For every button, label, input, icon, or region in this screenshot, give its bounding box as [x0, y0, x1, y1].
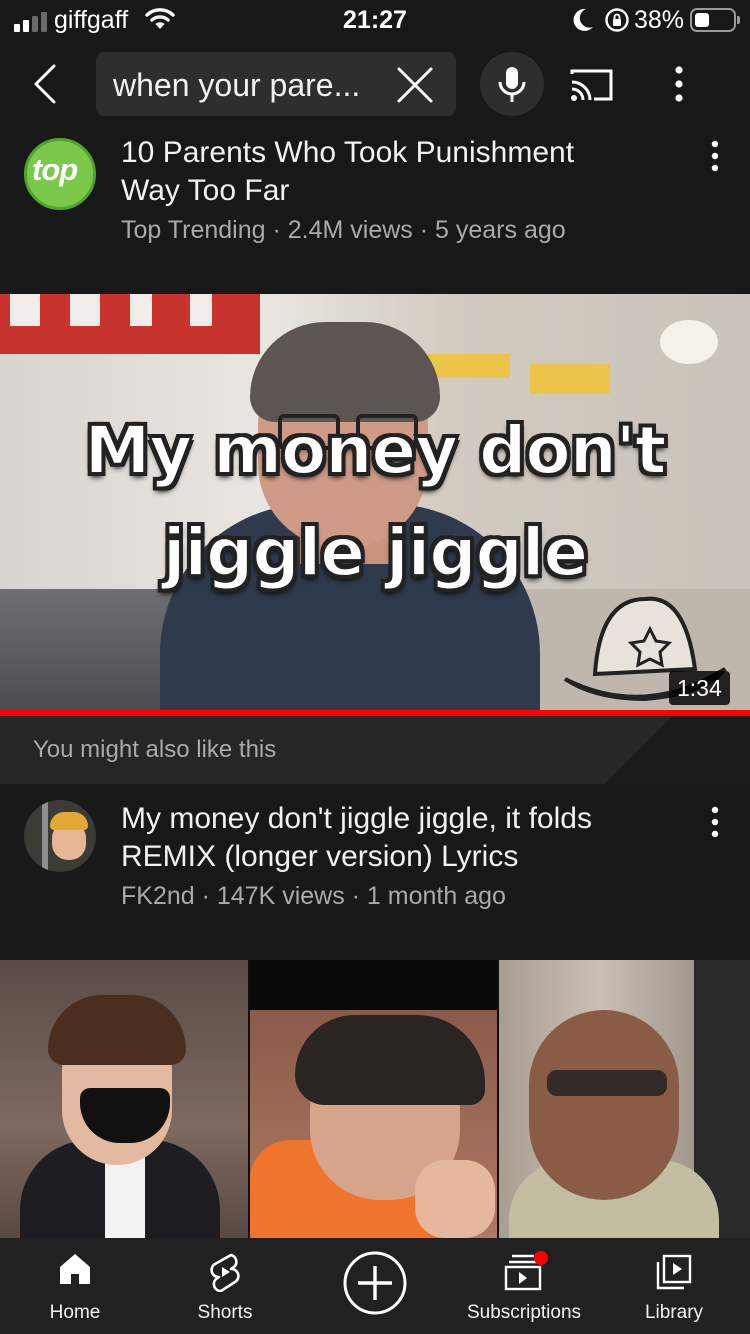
thumbnail-panel — [0, 960, 248, 1238]
nav-item-home[interactable]: Home — [25, 1238, 125, 1334]
chevron-left-icon[interactable] — [30, 64, 66, 104]
nav-label-subscriptions: Subscriptions — [466, 1302, 582, 1323]
channel-logo-text: top — [32, 152, 78, 187]
more-vertical-icon[interactable] — [702, 802, 728, 842]
nav-item-library[interactable]: Library — [624, 1238, 724, 1334]
video-result-1[interactable]: top 10 Parents Who Took Punishment Way T… — [0, 128, 750, 294]
banner-decoration — [605, 716, 673, 784]
moon-icon — [573, 8, 593, 31]
video-thumbnail[interactable]: My money don't jiggle jiggle 1:34 — [0, 294, 750, 710]
video-result-2[interactable]: My money don't jiggle jiggle, it folds R… — [0, 784, 750, 960]
video-title[interactable]: My money don't jiggle jiggle, it folds — [121, 800, 592, 838]
subscriptions-icon — [504, 1251, 548, 1291]
bottom-navigation: Home Shorts Subscriptions Library — [0, 1238, 750, 1334]
video-meta: Top Trending · 2.4M views · 5 years ago — [121, 216, 566, 244]
shorts-icon — [210, 1253, 240, 1292]
cast-icon[interactable] — [570, 68, 614, 102]
video-thumbnail[interactable] — [0, 960, 750, 1238]
video-meta: FK2nd · 147K views · 1 month ago — [121, 882, 506, 910]
search-query-text[interactable]: when your pare... — [113, 67, 360, 104]
person-hair — [250, 322, 440, 422]
background-logo — [660, 320, 718, 364]
background-sign — [0, 294, 260, 354]
nav-label-home: Home — [49, 1302, 101, 1323]
channel-avatar[interactable]: top — [24, 138, 96, 210]
create-plus-icon — [343, 1251, 407, 1315]
nav-item-shorts[interactable]: Shorts — [175, 1238, 275, 1334]
video-title-line-2[interactable]: Way Too Far — [121, 172, 289, 210]
rotation-lock-icon — [605, 8, 629, 32]
nav-item-subscriptions[interactable]: Subscriptions — [454, 1238, 594, 1334]
background-poster — [530, 364, 610, 394]
suggestion-banner: You might also like this — [0, 716, 750, 784]
suggestion-label: You might also like this — [33, 736, 277, 763]
voice-search-button[interactable] — [480, 52, 544, 116]
video-title[interactable]: 10 Parents Who Took Punishment — [121, 134, 574, 172]
status-bar: giffgaff 21:27 38% — [0, 0, 750, 40]
microphone-icon — [498, 67, 526, 102]
nav-item-create[interactable] — [325, 1238, 425, 1334]
duration-badge: 1:34 — [669, 671, 730, 705]
battery-icon — [690, 8, 740, 32]
close-icon[interactable] — [396, 66, 434, 104]
video-title-line-2[interactable]: REMIX (longer version) Lyrics — [121, 838, 518, 876]
nav-label-library: Library — [644, 1302, 704, 1323]
battery-percent: 38% — [634, 6, 685, 34]
search-input[interactable]: when your pare... — [96, 52, 456, 116]
thumbnail-caption-line-1: My money don't — [84, 411, 668, 490]
more-vertical-icon[interactable] — [702, 136, 728, 176]
home-icon — [60, 1254, 90, 1284]
search-header: when your pare... — [0, 40, 750, 128]
banner-decoration — [673, 716, 750, 784]
thumbnail-panel — [250, 960, 497, 1238]
thumbnail-panel — [499, 960, 750, 1238]
channel-avatar[interactable] — [24, 800, 96, 872]
library-icon — [656, 1254, 692, 1290]
more-vertical-icon[interactable] — [666, 64, 692, 104]
nav-label-shorts: Shorts — [197, 1302, 253, 1323]
thumbnail-caption-line-2: jiggle jiggle — [162, 513, 589, 592]
